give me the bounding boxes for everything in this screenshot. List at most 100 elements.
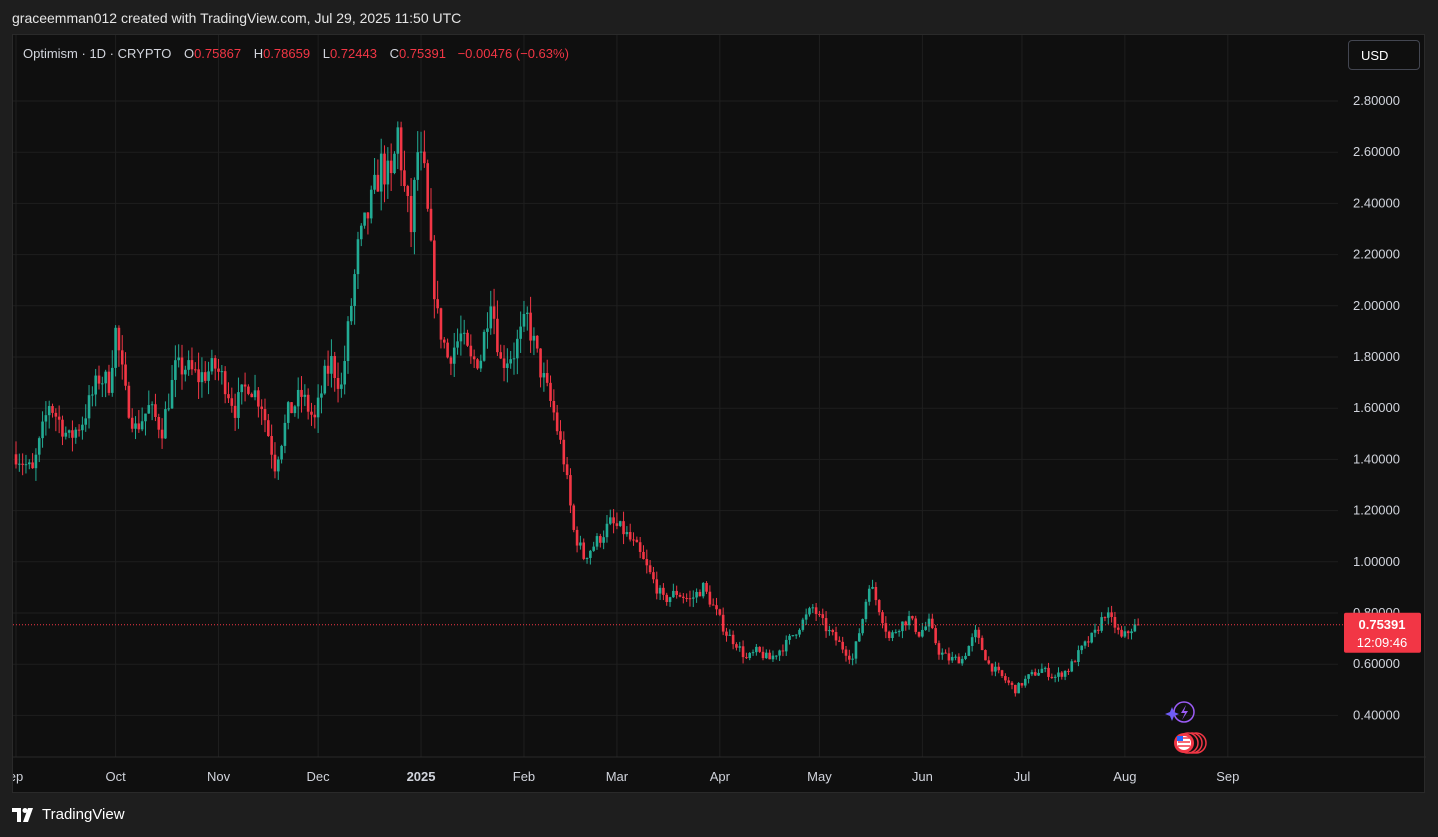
candle-body: [1053, 676, 1057, 678]
candle-body: [708, 591, 712, 605]
candle-body: [419, 151, 423, 153]
candle-body: [174, 360, 177, 380]
candle-body: [1110, 612, 1113, 618]
candle-body: [768, 652, 771, 660]
candle-body: [735, 644, 738, 648]
candle-body: [871, 586, 874, 589]
candlestick-chart[interactable]: 2.80000 2.60000 2.40000 2.20000 2.00000 1.800…: [13, 35, 1426, 794]
candle-body: [542, 373, 546, 378]
candle-body: [1100, 617, 1103, 631]
candle-body: [605, 523, 609, 538]
candle-body: [492, 306, 496, 319]
candle-body: [379, 153, 383, 192]
countdown-timer: 12:09:46: [1357, 635, 1408, 650]
symbol-label[interactable]: Optimism · 1D · CRYPTO: [23, 46, 171, 61]
x-tick-label: Feb: [513, 769, 535, 784]
candle-body: [41, 421, 44, 439]
candle-body: [745, 657, 748, 659]
candle-body: [144, 413, 147, 422]
candle-body: [658, 587, 662, 594]
x-tick-label: Oct: [105, 769, 126, 784]
candle-body: [107, 371, 111, 393]
candle-body: [655, 579, 659, 594]
x-tick-label: Apr: [710, 769, 731, 784]
candle-body: [273, 454, 277, 472]
candle-body: [944, 652, 947, 654]
candle-body: [127, 385, 131, 418]
candle-body: [545, 373, 549, 383]
candle-body: [280, 445, 283, 460]
candle-body: [741, 646, 745, 658]
candle-body: [300, 389, 303, 397]
candle-body: [632, 539, 635, 541]
candle-body: [396, 127, 400, 154]
candle-body: [1033, 672, 1037, 676]
candle-body: [1077, 650, 1080, 662]
candle-body: [31, 462, 34, 469]
candle-body: [738, 646, 742, 648]
candle-body: [233, 405, 237, 418]
candle-body: [359, 225, 363, 240]
candle-body: [715, 605, 718, 610]
x-tick-label: Sep: [1216, 769, 1239, 784]
candle-body: [47, 406, 51, 416]
candle-body: [336, 377, 340, 389]
change-value: −0.00476 (−0.63%): [457, 46, 569, 61]
candle-body: [449, 357, 453, 364]
candle-body: [160, 429, 164, 439]
candle-body: [369, 189, 373, 219]
candle-body: [24, 464, 28, 466]
candle-body: [705, 583, 708, 592]
candle-body: [97, 375, 101, 384]
candle-body: [1057, 672, 1060, 677]
candle-body: [124, 364, 127, 386]
chart-panel[interactable]: 2.80000 2.60000 2.40000 2.20000 2.00000 1.800…: [12, 34, 1426, 794]
candle-body: [711, 604, 715, 606]
candle-body: [1087, 641, 1090, 643]
candle-body: [794, 634, 798, 636]
candle-body: [804, 614, 808, 620]
candle-body: [685, 597, 688, 599]
candle-body: [559, 431, 562, 440]
candle-body: [808, 608, 811, 615]
candle-body: [110, 367, 114, 393]
candle-body: [446, 342, 449, 358]
candle-body: [535, 335, 539, 349]
candle-body: [433, 240, 436, 300]
candle-body: [77, 429, 81, 431]
currency-button[interactable]: USD: [1348, 40, 1420, 70]
candle-body: [1017, 683, 1020, 694]
candle-body: [101, 383, 104, 385]
candle-body: [426, 163, 429, 209]
candle-body: [1050, 676, 1054, 678]
candle-body: [1043, 667, 1047, 669]
x-tick-label: Dec: [307, 769, 331, 784]
candle-body: [615, 523, 619, 526]
candle-body: [496, 318, 499, 353]
y-tick-label: 0.60000: [1353, 656, 1400, 671]
candle-body: [220, 371, 224, 373]
candle-body: [1010, 682, 1014, 685]
candle-body: [970, 637, 974, 646]
candle-body: [423, 151, 426, 164]
candle-body: [21, 463, 24, 465]
candle-body: [356, 239, 360, 275]
tradingview-logo[interactable]: TradingView: [12, 806, 125, 823]
candle-body: [954, 656, 957, 658]
candle-body: [499, 352, 503, 359]
candle-body: [921, 629, 924, 637]
candle-body: [874, 586, 878, 601]
candle-body: [71, 430, 74, 438]
candle-body: [1073, 661, 1077, 663]
candle-body: [608, 517, 612, 524]
candle-body: [120, 350, 124, 365]
candle-body: [877, 600, 881, 613]
candle-body: [662, 587, 665, 595]
candle-body: [718, 609, 722, 615]
candle-body: [346, 321, 350, 362]
candle-body: [429, 208, 433, 241]
candle-body: [27, 462, 31, 465]
candle-body: [771, 655, 775, 660]
candle-body: [1123, 631, 1127, 637]
candle-body: [240, 384, 244, 393]
